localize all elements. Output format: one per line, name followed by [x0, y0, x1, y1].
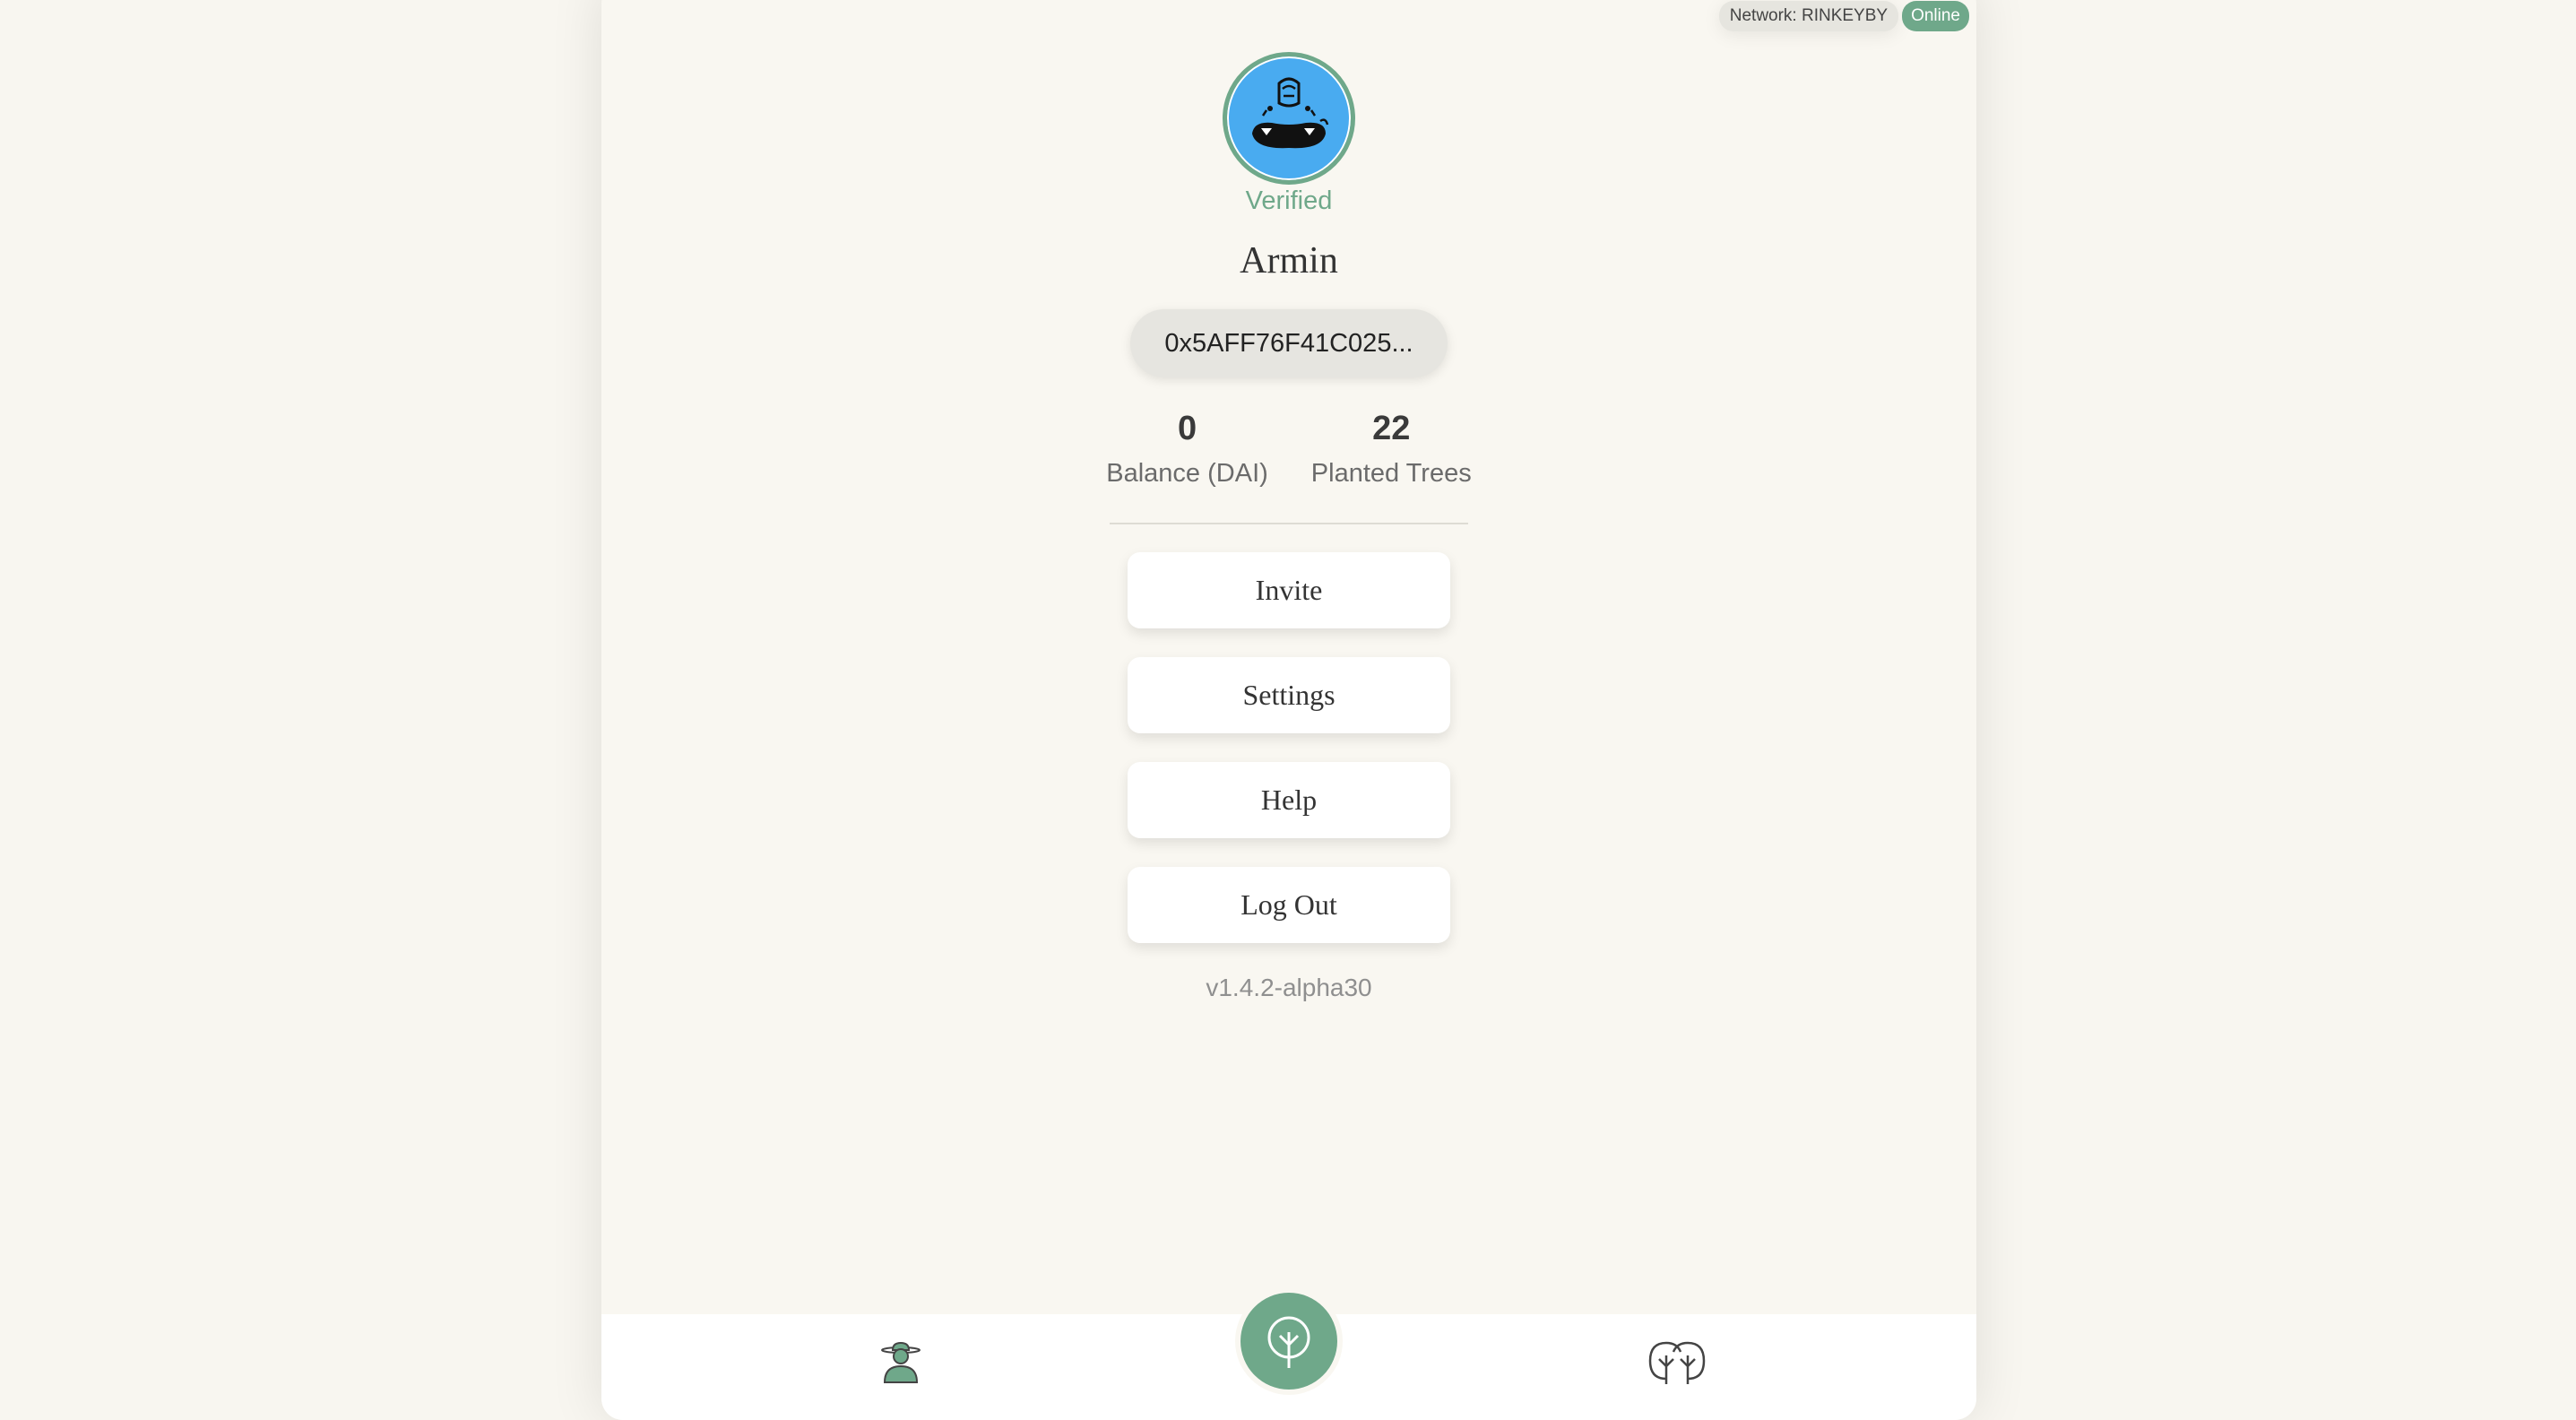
- bottom-nav: [601, 1287, 1976, 1420]
- settings-button[interactable]: Settings: [1128, 657, 1450, 733]
- app-container: Network: RINKEYBY Online Verified Armin …: [601, 0, 1976, 1420]
- balance-value: 0: [1177, 410, 1197, 447]
- stats-row: 0 Balance (DAI) 22 Planted Trees: [1106, 410, 1471, 489]
- network-badge: Network: RINKEYBY: [1718, 1, 1899, 31]
- invite-button[interactable]: Invite: [1128, 552, 1450, 628]
- planted-trees-stat: 22 Planted Trees: [1311, 410, 1472, 489]
- nav-profile-tab[interactable]: [881, 1341, 921, 1384]
- help-button[interactable]: Help: [1128, 762, 1450, 838]
- plant-tree-icon: [1267, 1316, 1310, 1368]
- user-name: Armin: [1240, 240, 1338, 281]
- plant-tree-fab-wrapper: [1235, 1287, 1343, 1395]
- online-status-badge: Online: [1902, 1, 1969, 31]
- forest-icon: [1648, 1341, 1706, 1384]
- network-status: Network: RINKEYBY Online: [1718, 0, 1969, 32]
- avatar: [1223, 52, 1355, 185]
- balance-label: Balance (DAI): [1106, 459, 1268, 488]
- profile-section: Verified Armin 0x5AFF76F41C025... 0 Bala…: [601, 52, 1976, 1002]
- profile-menu: Invite Settings Help Log Out: [1128, 552, 1450, 943]
- planted-trees-value: 22: [1372, 410, 1411, 447]
- verified-label: Verified: [1245, 186, 1333, 215]
- logout-button[interactable]: Log Out: [1128, 867, 1450, 943]
- divider: [1110, 523, 1468, 524]
- balance-stat: 0 Balance (DAI): [1106, 410, 1268, 489]
- app-version: v1.4.2-alpha30: [1206, 974, 1372, 1001]
- monster-avatar-icon: [1252, 77, 1329, 149]
- planted-trees-label: Planted Trees: [1310, 459, 1472, 488]
- plant-tree-button[interactable]: [1240, 1293, 1337, 1390]
- nav-forest-tab[interactable]: [1648, 1339, 1706, 1386]
- wallet-address-button[interactable]: 0x5AFF76F41C025...: [1130, 309, 1448, 377]
- gardener-profile-icon: [881, 1341, 921, 1383]
